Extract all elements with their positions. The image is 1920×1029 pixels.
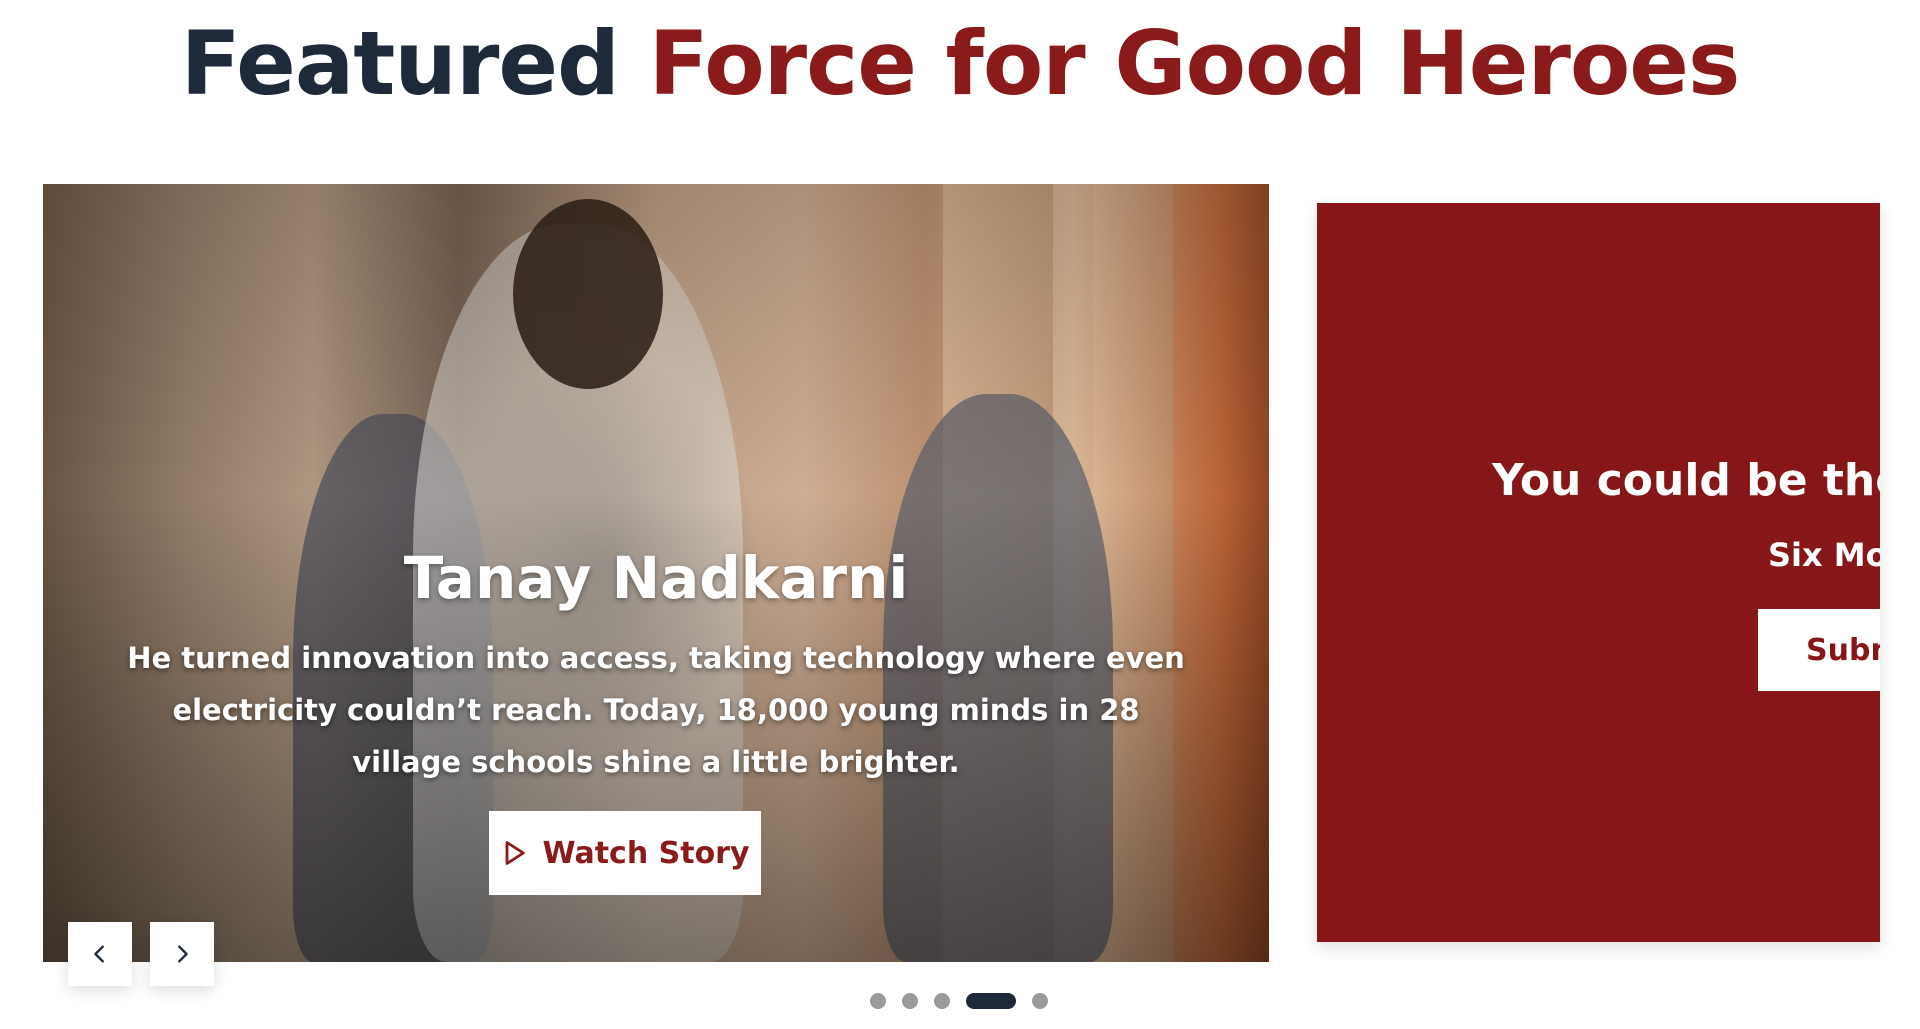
slide-caption: Tanay Nadkarni He turned innovation into…	[43, 544, 1269, 788]
carousel-prev-button[interactable]	[68, 922, 132, 986]
carousel-dot[interactable]	[934, 993, 950, 1009]
chevron-left-icon	[94, 945, 104, 963]
section-title: Featured Force for Good Heroes	[0, 14, 1920, 114]
carousel-dot[interactable]	[870, 993, 886, 1009]
section-title-featured: Featured	[180, 12, 620, 115]
carousel-next-button[interactable]	[150, 922, 214, 986]
hero-name: Tanay Nadkarni	[403, 544, 909, 612]
nomination-cta-panel: You could be the ne Six Mor Subm	[1317, 203, 1880, 942]
carousel-pagination	[870, 993, 1048, 1009]
carousel-dot-active[interactable]	[966, 993, 1016, 1009]
carousel-dot[interactable]	[902, 993, 918, 1009]
watch-story-button[interactable]: Watch Story	[489, 811, 761, 895]
carousel-dot[interactable]	[1032, 993, 1048, 1009]
cta-subtitle: Six Mor	[1768, 536, 1880, 574]
section-title-heroes: Force for Good Heroes	[648, 12, 1741, 115]
play-icon	[506, 841, 526, 865]
watch-story-label: Watch Story	[542, 835, 750, 871]
submit-button[interactable]: Subm	[1758, 609, 1880, 691]
chevron-right-icon	[178, 945, 188, 963]
hero-carousel: Tanay Nadkarni He turned innovation into…	[43, 184, 1269, 962]
hero-description: He turned innovation into access, taking…	[127, 641, 1185, 779]
cta-title: You could be the ne	[1492, 455, 1880, 506]
